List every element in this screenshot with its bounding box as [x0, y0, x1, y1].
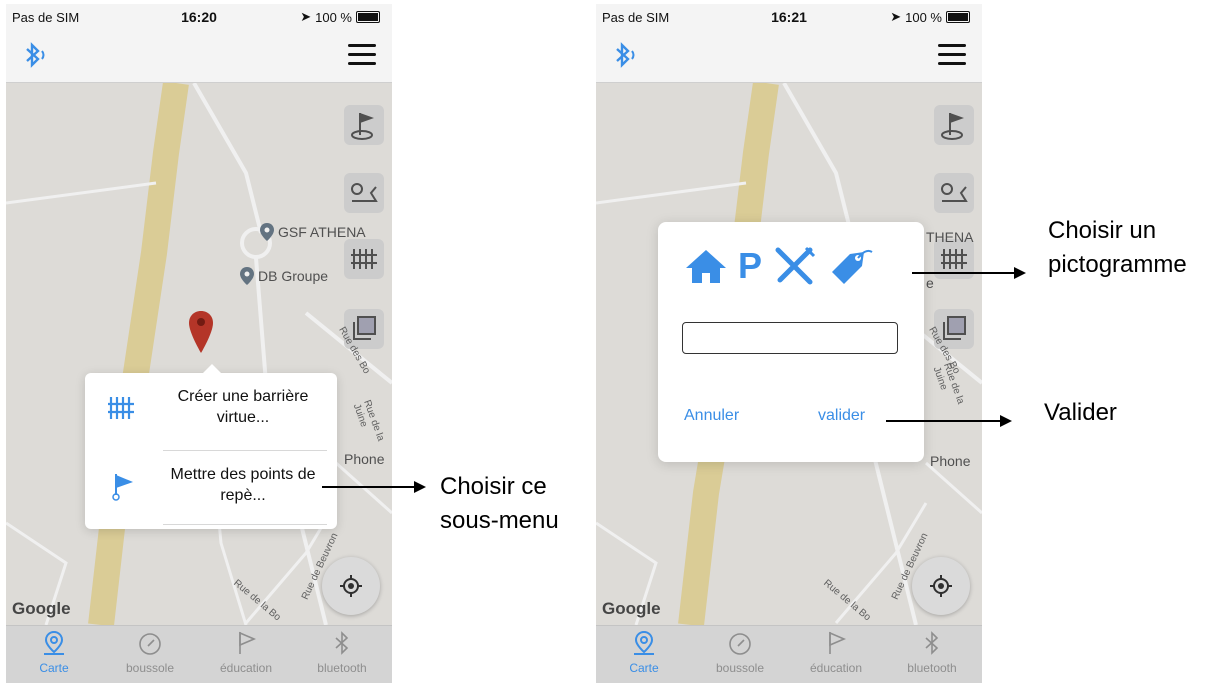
tab-bluetooth[interactable]: bluetooth	[294, 626, 390, 683]
tab-bluetooth[interactable]: bluetooth	[884, 626, 980, 683]
arrow-to-submenu-icon	[322, 481, 426, 493]
tab-education[interactable]: éducation	[198, 626, 294, 683]
flag-icon	[112, 474, 133, 501]
arrow-to-pictogram-icon	[912, 267, 1026, 279]
tab-education[interactable]: éducation	[788, 626, 884, 683]
phone-screen-1: Pas de SIM 16:20 ➤ 100 % GSF ATHENA DB G…	[6, 4, 392, 683]
point-name-input[interactable]	[682, 322, 898, 354]
tab-label: Carte	[39, 661, 69, 675]
tab-carte[interactable]: Carte	[596, 626, 692, 683]
pictogram-dialog: P Annuler valider	[658, 222, 924, 462]
home-icon[interactable]	[684, 247, 728, 285]
parking-icon[interactable]: P	[738, 248, 762, 284]
nav-bar	[6, 30, 392, 83]
annotation-pictogram: Choisir un pictogramme	[1048, 217, 1187, 278]
nav-bar	[596, 30, 982, 83]
tab-boussole[interactable]: boussole	[692, 626, 788, 683]
map-pin-icon	[634, 630, 654, 655]
menu-divider	[163, 524, 327, 525]
flag-icon	[239, 631, 257, 654]
tab-bar: Carte boussole éducation bluetooth	[6, 625, 392, 683]
annotation-submenu: Choisir ce sous-menu	[440, 473, 559, 534]
tab-carte[interactable]: Carte	[6, 626, 102, 683]
pictogram-picker: P	[684, 246, 904, 286]
point-type-popover: Créer une barrière virtue... Mettre des …	[85, 364, 337, 529]
phone-screen-2: Pas de SIM 16:21 ➤ 100 % THENA e Rue des…	[596, 4, 982, 683]
restaurant-icon[interactable]	[772, 246, 816, 286]
battery-icon	[946, 11, 970, 23]
menu-item-label: Mettre des points de repè...	[170, 466, 316, 504]
tab-label: boussole	[125, 661, 175, 675]
tab-label: bluetooth	[317, 661, 367, 675]
menu-item-landmarks[interactable]: Mettre des points de repè...	[85, 451, 337, 521]
tab-label: bluetooth	[907, 661, 957, 675]
annotation-validate: Valider	[1044, 399, 1117, 426]
bluetooth-icon	[925, 631, 939, 655]
location-arrow-icon: ➤	[890, 9, 902, 24]
map-view[interactable]: GSF ATHENA DB Groupe Rue des Bo Rue de l…	[6, 83, 392, 625]
validate-button[interactable]: valider	[818, 407, 865, 425]
status-bar: Pas de SIM 16:21 ➤ 100 %	[596, 4, 982, 30]
menu-item-label: Créer une barrière virtue...	[177, 388, 309, 426]
tab-label: éducation	[809, 661, 863, 675]
fence-icon	[108, 397, 134, 419]
arrow-to-validate-icon	[886, 415, 1012, 427]
tab-label: boussole	[715, 661, 765, 675]
location-arrow-icon: ➤	[300, 9, 312, 24]
compass-icon	[729, 633, 751, 655]
hamburger-menu-icon[interactable]	[348, 44, 376, 66]
status-bar: Pas de SIM 16:20 ➤ 100 %	[6, 4, 392, 30]
bluetooth-status-icon[interactable]	[22, 42, 52, 68]
tag-icon[interactable]	[826, 246, 874, 286]
battery-icon	[356, 11, 380, 23]
tab-label: éducation	[219, 661, 273, 675]
tab-label: Carte	[629, 661, 659, 675]
tab-bar: Carte boussole éducation bluetooth	[596, 625, 982, 683]
map-pin-icon	[44, 630, 64, 655]
battery-percent: 100 %	[315, 9, 352, 25]
bluetooth-icon	[335, 631, 349, 655]
compass-icon	[139, 633, 161, 655]
tab-boussole[interactable]: boussole	[102, 626, 198, 683]
flag-icon	[829, 631, 847, 654]
cancel-button[interactable]: Annuler	[684, 407, 739, 425]
hamburger-menu-icon[interactable]	[938, 44, 966, 66]
battery-percent: 100 %	[905, 9, 942, 25]
bluetooth-status-icon[interactable]	[612, 42, 642, 68]
menu-item-virtual-barrier[interactable]: Créer une barrière virtue...	[85, 373, 337, 443]
